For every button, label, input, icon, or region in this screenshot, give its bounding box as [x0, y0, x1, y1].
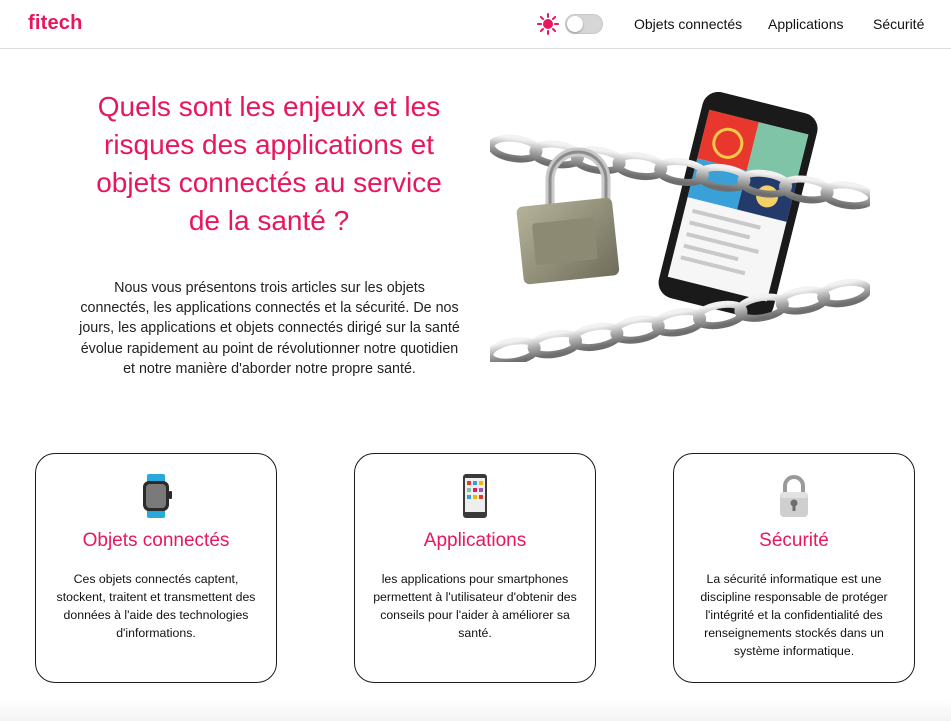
card-description: Ces objets connectés captent, stockent, … — [56, 572, 256, 640]
card-objets-connectes[interactable]: Objets connectés Ces objets connectés ca… — [35, 453, 277, 683]
hero-description: Nous vous présentons trois articles sur … — [79, 280, 460, 377]
padlock-icon — [780, 475, 808, 517]
smartwatch-icon — [143, 474, 172, 518]
page-bottom-divider — [0, 700, 951, 721]
nav-objets-connectes[interactable]: Objets connectés — [634, 16, 742, 32]
nav-applications[interactable]: Applications — [768, 16, 844, 32]
card-description: les applications pour smartphones permet… — [373, 572, 577, 640]
toggle-knob — [567, 16, 583, 32]
dark-mode-toggle[interactable] — [565, 14, 603, 34]
card-title: Objets connectés — [82, 530, 230, 551]
top-navbar: fitech Objets connectés Applications Séc… — [0, 0, 951, 49]
smartphone-icon — [463, 474, 487, 518]
card-securite[interactable]: Sécurité La sécurité informatique est un… — [673, 453, 915, 683]
card-title: Applications — [423, 530, 527, 551]
card-description: La sécurité informatique est une discipl… — [700, 572, 888, 658]
site-logo[interactable]: fitech — [28, 12, 83, 35]
card-applications[interactable]: Applications les applications pour smart… — [354, 453, 596, 683]
nav-securite[interactable]: Sécurité — [873, 16, 924, 32]
hero-title: Quels sont les enjeux et les risques des… — [96, 91, 442, 236]
card-title: Sécurité — [759, 530, 829, 551]
locked-smartphone-image — [490, 92, 870, 362]
sun-icon[interactable] — [537, 13, 559, 35]
